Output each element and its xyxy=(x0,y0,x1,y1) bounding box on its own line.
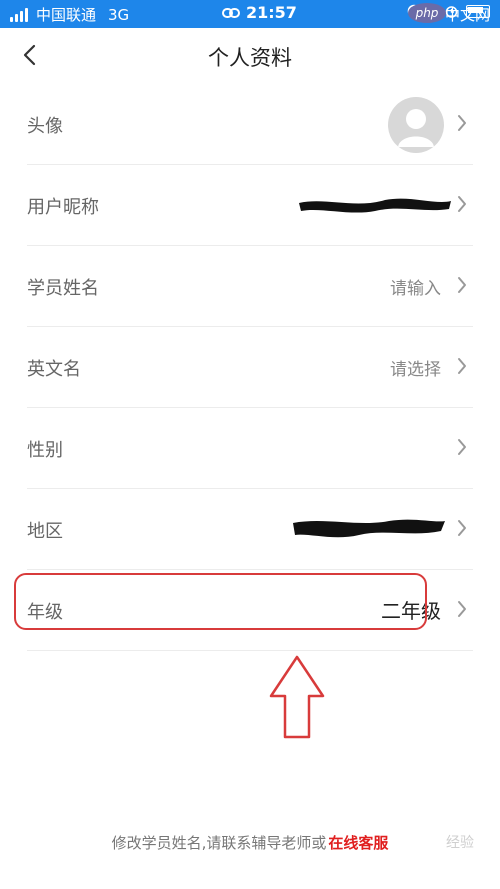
avatar[interactable] xyxy=(388,97,444,153)
row-label: 英文名 xyxy=(27,359,81,380)
chevron-right-icon xyxy=(458,520,466,536)
row-student-name[interactable]: 学员姓名 请输入 xyxy=(27,246,473,327)
row-value: 请输入 xyxy=(390,279,441,299)
status-bar: 中国联通 3G 21:57 php 中文网 xyxy=(0,0,500,28)
footer-hint: 修改学员姓名,请联系辅导老师或 在线客服 xyxy=(0,832,500,853)
redaction-scribble xyxy=(299,198,451,213)
default-avatar-icon xyxy=(398,109,434,147)
bottom-watermark: 经验 xyxy=(446,835,474,851)
signal-icon xyxy=(10,7,30,22)
link-icon xyxy=(222,7,240,18)
php-watermark-text: 中文网 xyxy=(444,6,490,24)
php-watermark-logo: php xyxy=(408,3,446,23)
online-service-link[interactable]: 在线客服 xyxy=(328,834,388,852)
profile-list: 头像 用户昵称 学员姓名 请输入 英文名 请选择 性别 地区 年级 二年级 xyxy=(0,84,500,651)
page-title: 个人资料 xyxy=(208,46,292,70)
chevron-right-icon xyxy=(458,196,466,212)
chevron-right-icon xyxy=(458,277,466,293)
chevron-right-icon xyxy=(458,601,466,617)
chevron-right-icon xyxy=(458,358,466,374)
nav-bar: 个人资料 xyxy=(0,28,500,84)
row-label: 学员姓名 xyxy=(27,278,99,299)
row-label: 地区 xyxy=(27,521,63,542)
row-value: 请选择 xyxy=(390,360,441,380)
row-region[interactable]: 地区 xyxy=(27,489,473,570)
row-label: 用户昵称 xyxy=(27,197,99,218)
arrow-up-icon xyxy=(269,655,325,739)
chevron-right-icon xyxy=(458,439,466,455)
network-label: 3G xyxy=(108,5,130,24)
time-label: 21:57 xyxy=(246,3,297,22)
carrier-label: 中国联通 xyxy=(36,6,97,24)
footer-text: 修改学员姓名,请联系辅导老师或 xyxy=(111,834,327,852)
row-gender[interactable]: 性别 xyxy=(27,408,473,489)
chevron-right-icon xyxy=(458,115,466,131)
row-nickname[interactable]: 用户昵称 xyxy=(27,165,473,246)
row-avatar[interactable]: 头像 xyxy=(27,84,473,165)
redaction-scribble xyxy=(293,519,445,538)
row-label: 头像 xyxy=(27,116,63,137)
row-label: 性别 xyxy=(27,440,63,461)
highlight-box xyxy=(14,573,427,630)
row-english-name[interactable]: 英文名 请选择 xyxy=(27,327,473,408)
